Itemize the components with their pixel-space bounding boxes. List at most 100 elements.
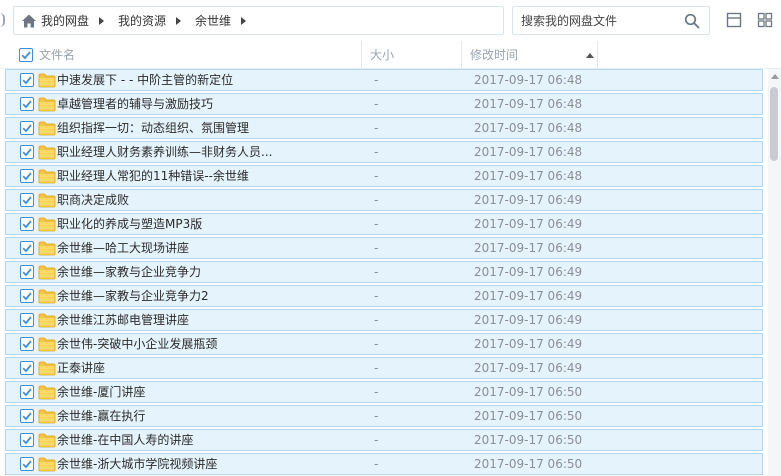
file-name[interactable]: 职业经理人财务素养训练—非财务人员...	[57, 142, 272, 162]
file-row[interactable]: 职商决定成败 - 2017-09-17 06:49	[5, 189, 763, 211]
file-modified: 2017-09-17 06:50	[474, 409, 583, 423]
file-modified: 2017-09-17 06:49	[474, 289, 583, 303]
file-name[interactable]: 职业化的养成与塑造MP3版	[57, 214, 202, 234]
folder-icon	[38, 97, 56, 112]
file-row[interactable]: 余世伟-突破中小企业发展瓶颈 - 2017-09-17 06:49	[5, 333, 763, 355]
back-button[interactable]	[0, 13, 5, 27]
file-row[interactable]: 余世维—家教与企业竞争力 - 2017-09-17 06:49	[5, 261, 763, 283]
file-modified: 2017-09-17 06:49	[474, 337, 583, 351]
file-name[interactable]: 余世维-赢在执行	[57, 406, 145, 426]
file-size: -	[374, 121, 379, 135]
folder-icon	[38, 289, 56, 304]
row-checkbox[interactable]	[20, 337, 34, 351]
search-input[interactable]	[521, 12, 681, 30]
file-row[interactable]: 职业化的养成与塑造MP3版 - 2017-09-17 06:49	[5, 213, 763, 235]
sort-ascending-icon[interactable]	[586, 53, 594, 58]
file-size: -	[374, 193, 379, 207]
file-modified: 2017-09-17 06:50	[474, 385, 583, 399]
search-box	[512, 6, 710, 35]
file-row[interactable]: 余世维江苏邮电管理讲座 - 2017-09-17 06:49	[5, 309, 763, 331]
file-name[interactable]: 组织指挥一切：动态组织、氛围管理	[57, 118, 249, 138]
row-checkbox[interactable]	[20, 289, 34, 303]
row-checkbox[interactable]	[20, 169, 34, 183]
file-name[interactable]: 余世伟-突破中小企业发展瓶颈	[57, 334, 217, 354]
folder-icon	[38, 241, 56, 256]
row-checkbox[interactable]	[20, 361, 34, 375]
folder-icon	[38, 121, 56, 136]
file-modified: 2017-09-17 06:50	[474, 457, 583, 471]
file-size: -	[374, 313, 379, 327]
row-checkbox[interactable]	[20, 313, 34, 327]
file-modified: 2017-09-17 06:48	[474, 73, 583, 87]
file-size: -	[374, 337, 379, 351]
breadcrumb-item-current[interactable]: 余世维	[195, 7, 260, 34]
file-row[interactable]: 组织指挥一切：动态组织、氛围管理 - 2017-09-17 06:48	[5, 117, 763, 139]
file-row[interactable]: 余世维—哈工大现场讲座 - 2017-09-17 06:49	[5, 237, 763, 259]
column-header: 文件名 大小 修改时间	[0, 41, 781, 69]
file-row[interactable]: 余世维-厦门讲座 - 2017-09-17 06:50	[5, 381, 763, 403]
row-checkbox[interactable]	[20, 265, 34, 279]
column-divider[interactable]	[461, 41, 462, 69]
folder-icon	[38, 337, 56, 352]
file-modified: 2017-09-17 06:49	[474, 241, 583, 255]
row-checkbox[interactable]	[20, 217, 34, 231]
breadcrumb-item-resources[interactable]: 我的资源	[118, 7, 195, 34]
vertical-scrollbar[interactable]	[768, 69, 781, 476]
select-all-checkbox[interactable]	[19, 48, 33, 62]
row-checkbox[interactable]	[20, 409, 34, 423]
file-row[interactable]: 职业经理人常犯的11种错误--余世维 - 2017-09-17 06:48	[5, 165, 763, 187]
file-row[interactable]: 余世维-浙大城市学院视频讲座 - 2017-09-17 06:50	[5, 453, 763, 475]
row-checkbox[interactable]	[20, 73, 34, 87]
row-checkbox[interactable]	[20, 241, 34, 255]
file-row[interactable]: 职业经理人财务素养训练—非财务人员... - 2017-09-17 06:48	[5, 141, 763, 163]
folder-icon	[38, 73, 56, 88]
row-checkbox[interactable]	[20, 121, 34, 135]
row-checkbox[interactable]	[20, 145, 34, 159]
column-modified-header[interactable]: 修改时间	[470, 41, 518, 69]
file-name[interactable]: 余世维—哈工大现场讲座	[57, 238, 189, 258]
row-checkbox[interactable]	[20, 193, 34, 207]
file-row[interactable]: 余世维-赢在执行 - 2017-09-17 06:50	[5, 405, 763, 427]
folder-icon	[38, 457, 56, 472]
scrollbar-thumb[interactable]	[770, 87, 778, 161]
column-divider[interactable]	[597, 41, 598, 69]
file-name[interactable]: 余世维—家教与企业竞争力2	[57, 286, 209, 306]
folder-icon	[38, 217, 56, 232]
file-row[interactable]: 卓越管理者的辅导与激励技巧 - 2017-09-17 06:48	[5, 93, 763, 115]
breadcrumb-item-home[interactable]: 我的网盘	[21, 7, 118, 34]
file-size: -	[374, 217, 379, 231]
file-row[interactable]: 正泰讲座 - 2017-09-17 06:49	[5, 357, 763, 379]
row-checkbox[interactable]	[20, 457, 34, 471]
file-size: -	[374, 265, 379, 279]
column-name-header[interactable]: 文件名	[39, 41, 75, 69]
file-name[interactable]: 正泰讲座	[57, 358, 105, 378]
file-name[interactable]: 卓越管理者的辅导与激励技巧	[57, 94, 213, 114]
file-name[interactable]: 余世维-浙大城市学院视频讲座	[57, 454, 217, 474]
file-size: -	[374, 361, 379, 375]
file-name[interactable]: 余世维-厦门讲座	[57, 382, 145, 402]
file-name[interactable]: 余世维-在中国人寿的讲座	[57, 430, 193, 450]
view-layout-icon[interactable]	[726, 12, 742, 28]
file-name[interactable]: 中速发展下 - - 中阶主管的新定位	[57, 70, 233, 90]
file-name[interactable]: 职业经理人常犯的11种错误--余世维	[57, 166, 249, 186]
column-divider[interactable]	[361, 41, 362, 69]
file-row[interactable]: 余世维-在中国人寿的讲座 - 2017-09-17 06:50	[5, 429, 763, 451]
row-checkbox[interactable]	[20, 97, 34, 111]
file-modified: 2017-09-17 06:49	[474, 361, 583, 375]
file-row[interactable]: 中速发展下 - - 中阶主管的新定位 - 2017-09-17 06:48	[5, 69, 763, 91]
file-list: 中速发展下 - - 中阶主管的新定位 - 2017-09-17 06:48 卓越…	[0, 69, 768, 476]
file-modified: 2017-09-17 06:48	[474, 169, 583, 183]
file-row[interactable]: 余世维—家教与企业竞争力2 - 2017-09-17 06:49	[5, 285, 763, 307]
row-checkbox[interactable]	[20, 433, 34, 447]
folder-icon	[38, 385, 56, 400]
grid-view-icon[interactable]	[757, 12, 773, 28]
search-icon[interactable]	[684, 13, 700, 29]
home-icon	[22, 14, 36, 27]
scroll-up-icon[interactable]	[771, 74, 779, 79]
file-name[interactable]: 余世维江苏邮电管理讲座	[57, 310, 189, 330]
file-name[interactable]: 余世维—家教与企业竞争力	[57, 262, 201, 282]
column-size-header[interactable]: 大小	[370, 41, 394, 69]
breadcrumb-dropdown-icon[interactable]	[241, 16, 247, 25]
file-name[interactable]: 职商决定成败	[57, 190, 129, 210]
row-checkbox[interactable]	[20, 385, 34, 399]
